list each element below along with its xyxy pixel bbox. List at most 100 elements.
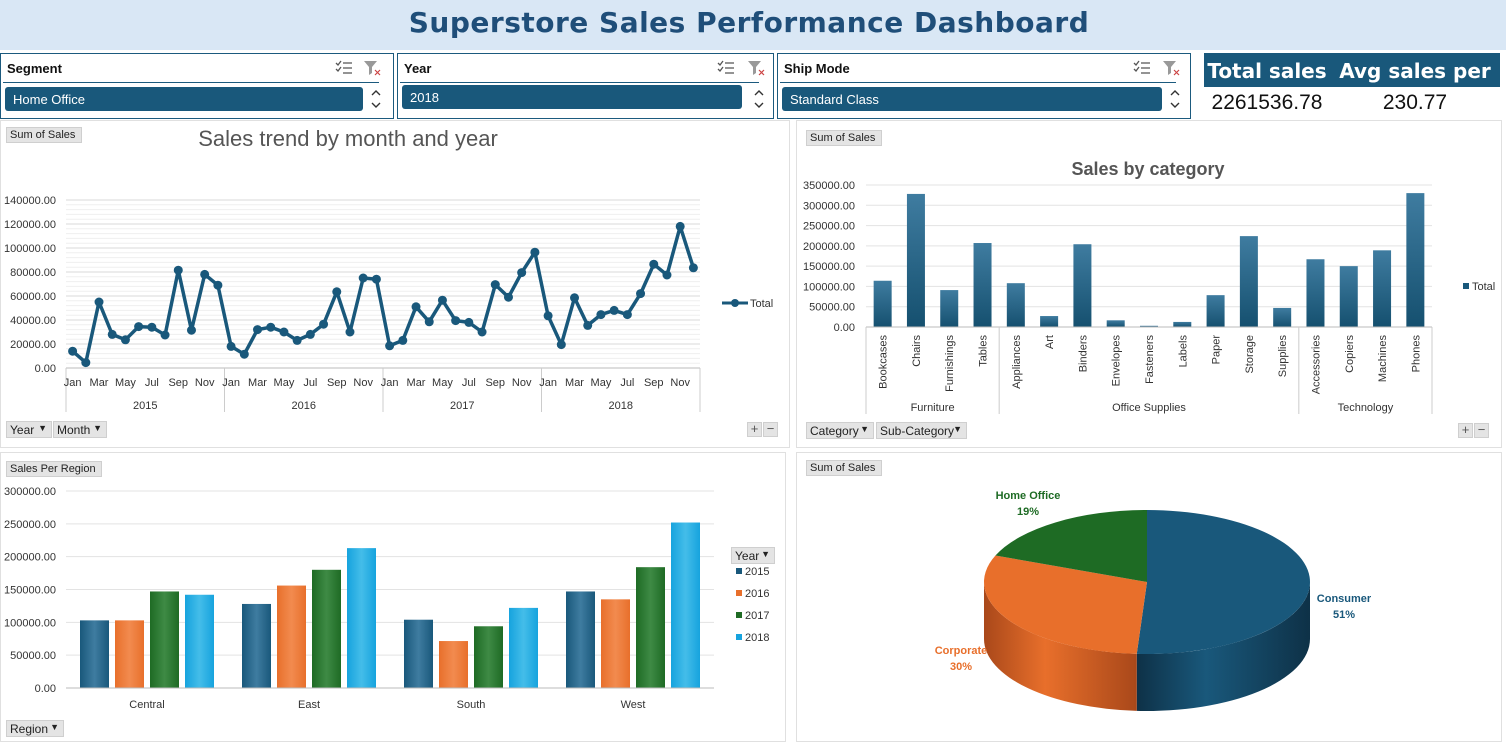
year-filter-button[interactable]: Year ▼: [6, 421, 52, 438]
avg-sales-header: Avg sales per row: [1330, 53, 1500, 107]
multi-select-icon[interactable]: [1133, 60, 1151, 76]
data-point: [688, 263, 698, 273]
total-sales-header: Total sales: [1204, 53, 1330, 87]
category-label: Storage: [1244, 335, 1256, 374]
y-tick-label: 50000.00: [809, 302, 855, 314]
slicer-selected-item[interactable]: Standard Class: [782, 87, 1162, 111]
data-point: [305, 329, 315, 339]
y-tick-label: 50000.00: [10, 650, 56, 662]
legend-label-2016: 2016: [745, 588, 769, 600]
data-point: [477, 327, 487, 337]
bar-central-2017: [150, 591, 179, 688]
chart-title: Sales by category: [1071, 159, 1224, 179]
slicer-scroll-icon[interactable]: [1168, 87, 1182, 111]
collapse-button[interactable]: −: [763, 422, 778, 437]
legend-label-total: Total: [1472, 281, 1495, 293]
y-tick-label: 100000.00: [4, 617, 56, 629]
year-slicer[interactable]: Year 2018: [397, 53, 774, 119]
slicer-divider: [780, 82, 1176, 83]
month-label: Sep: [644, 377, 664, 389]
clear-filter-icon[interactable]: [747, 60, 765, 76]
slicer-title: Ship Mode: [784, 61, 850, 76]
y-tick-label: 250000.00: [4, 519, 56, 531]
multi-select-icon[interactable]: [717, 60, 735, 76]
y-tick-label: 100000.00: [803, 281, 855, 293]
region-filter-button[interactable]: Region ▼: [6, 720, 64, 737]
data-point: [173, 265, 183, 275]
month-label: Jan: [381, 377, 399, 389]
subcategory-filter-button[interactable]: Sub-Category ▼: [876, 422, 967, 439]
slicer-selected-item[interactable]: Home Office: [5, 87, 363, 111]
data-point: [332, 287, 342, 297]
dashboard-title: Superstore Sales Performance Dashboard: [408, 6, 1090, 39]
data-point: [662, 270, 672, 280]
y-tick-label: 140000.00: [4, 195, 56, 207]
category-label: Appliances: [1011, 335, 1023, 389]
month-label: May: [274, 377, 295, 389]
group-label: Furniture: [911, 402, 955, 414]
bar-appliances: [1006, 283, 1025, 327]
bar-binders: [1073, 244, 1092, 327]
month-label: Jul: [462, 377, 476, 389]
bar-phones: [1406, 193, 1425, 327]
legend-label-2017: 2017: [745, 610, 769, 622]
category-label: Accessories: [1310, 335, 1322, 395]
segment-slicer[interactable]: Segment Home Office: [0, 53, 394, 119]
bar-west-2016: [601, 599, 630, 688]
bar-bookcases: [873, 280, 892, 327]
bar-paper: [1206, 295, 1225, 327]
category-label: Machines: [1377, 335, 1389, 383]
year-label: 2016: [292, 400, 316, 412]
legend-swatch-2016: [736, 590, 742, 596]
chart-title: Sales trend by month and year: [198, 126, 498, 151]
month-filter-button[interactable]: Month ▼: [53, 421, 107, 438]
month-label: Sep: [168, 377, 188, 389]
legend-swatch-2017: [736, 612, 742, 618]
slicer-selected-item[interactable]: 2018: [402, 85, 742, 109]
y-tick-label: 20000.00: [10, 339, 56, 351]
data-point: [200, 269, 210, 279]
expand-button[interactable]: +: [747, 422, 762, 437]
bar-storage: [1239, 236, 1258, 327]
clear-filter-icon[interactable]: [1162, 60, 1180, 76]
slicer-scroll-icon[interactable]: [369, 87, 383, 111]
bar-central-2016: [115, 620, 144, 688]
data-point: [398, 335, 408, 345]
bar-central-2018: [185, 594, 214, 688]
data-point: [160, 330, 170, 340]
dropdown-arrow-icon: ▼: [860, 424, 869, 434]
slicer-title: Segment: [7, 61, 62, 76]
data-point: [517, 268, 527, 278]
data-point: [503, 292, 513, 302]
dropdown-arrow-icon: ▼: [93, 423, 102, 433]
bar-art: [1040, 316, 1059, 327]
category-label: Fasteners: [1144, 335, 1156, 384]
data-point: [358, 273, 368, 283]
clear-filter-icon[interactable]: [363, 60, 381, 76]
bar-east-2017: [312, 569, 341, 688]
month-filter-label: Month: [57, 423, 91, 437]
data-point: [437, 295, 447, 305]
bar-machines: [1373, 250, 1392, 327]
bar-east-2018: [347, 548, 376, 688]
data-point: [213, 280, 223, 290]
legend-marker-total: [731, 299, 739, 307]
legend-label-2018: 2018: [745, 632, 769, 644]
collapse-button[interactable]: −: [1474, 423, 1489, 438]
group-label: Technology: [1338, 402, 1394, 414]
data-point: [253, 325, 263, 335]
data-point: [649, 259, 659, 269]
month-label: Sep: [485, 377, 505, 389]
year-label: 2017: [450, 400, 474, 412]
data-point: [81, 358, 91, 368]
data-point: [226, 341, 236, 351]
ship-mode-slicer[interactable]: Ship Mode Standard Class: [777, 53, 1191, 119]
expand-button[interactable]: +: [1458, 423, 1473, 438]
y-tick-label: 0.00: [834, 322, 855, 334]
region-label: Central: [129, 699, 164, 711]
multi-select-icon[interactable]: [335, 60, 353, 76]
data-point: [147, 322, 157, 332]
category-label: Paper: [1211, 335, 1223, 365]
category-filter-button[interactable]: Category ▼: [806, 422, 874, 439]
slicer-scroll-icon[interactable]: [752, 87, 766, 111]
